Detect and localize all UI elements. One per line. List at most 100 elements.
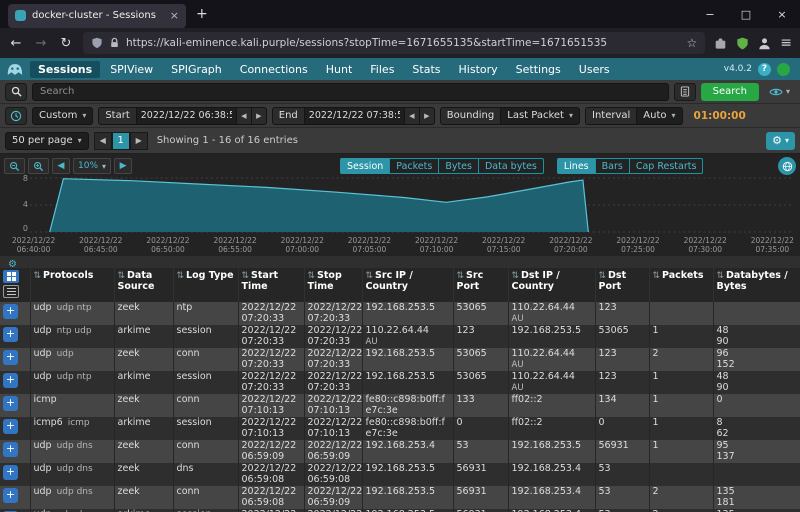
packets-value[interactable]: 1 [653,440,659,451]
column-header[interactable]: ⇅ Src Port [453,268,509,302]
sort-icon[interactable]: ⇅ [366,271,374,281]
src-port-value[interactable]: 53065 [457,302,487,313]
src-ip-value[interactable]: fe80::c898:b0ff:fe7c:3e [366,394,445,416]
column-header[interactable]: ⇅ Packets [649,268,714,302]
databytes-value[interactable]: 0 [717,394,797,406]
dst-port-value[interactable]: 53 [599,486,611,497]
src-port-value[interactable]: 53065 [457,371,487,382]
metric-bytes-button[interactable]: Bytes [438,158,479,174]
url-bar[interactable]: https://kali-eminence.kali.purple/sessio… [83,32,706,54]
ublock-shield-icon[interactable] [736,37,749,50]
data-source-value[interactable]: zeek [118,302,140,313]
src-port-value[interactable]: 53 [457,440,469,451]
dst-ip-value[interactable]: 110.22.64.44 [512,371,575,382]
dst-country-value[interactable]: AU [512,383,592,394]
table-settings-dropdown[interactable]: ⚙ ▾ [766,131,795,150]
next-page-button[interactable]: ▶ [129,131,148,150]
expand-row-button[interactable]: + [3,396,18,411]
src-port-value[interactable]: 0 [457,417,463,428]
views-dropdown-button[interactable]: ▾ [764,83,795,101]
dst-country-value[interactable]: AU [512,314,592,325]
column-header[interactable]: ⇅ Src IP / Country [362,268,454,302]
protocol-tags[interactable]: udp ntp [57,372,92,382]
time-settings-button[interactable] [5,106,27,125]
src-port-value[interactable]: 53065 [457,348,487,359]
log-type-value[interactable]: conn [177,348,200,359]
dst-ip-value[interactable]: ff02::2 [512,417,543,428]
dst-ip-value[interactable]: 110.22.64.44 [512,348,575,359]
nav-item[interactable]: Sessions [30,60,101,78]
help-icon[interactable]: ? [758,62,771,76]
sort-icon[interactable]: ⇅ [308,271,316,281]
src-country-value[interactable]: AU [366,337,450,348]
src-port-value[interactable]: 133 [457,394,475,405]
sort-icon[interactable]: ⇅ [717,271,725,281]
close-button[interactable]: × [764,0,800,28]
dst-ip-value[interactable]: 192.168.253.4 [512,463,582,474]
account-icon[interactable] [758,37,771,50]
protocol-value[interactable]: icmp6 [34,417,63,428]
search-button[interactable]: Search [700,82,759,101]
data-source-value[interactable]: zeek [118,440,140,451]
nav-item[interactable]: Files [362,61,402,78]
src-ip-value[interactable]: fe80::c898:b0ff:fe7c:3e [366,417,445,439]
expand-row-button[interactable]: + [3,327,18,342]
maximize-button[interactable]: □ [728,0,764,28]
column-header[interactable]: ⇅ Dst IP / Country [508,268,596,302]
zoom-in-button[interactable] [28,158,49,174]
dst-port-value[interactable]: 56931 [599,440,629,451]
nav-item[interactable]: SPIView [102,61,161,78]
protocol-tags[interactable]: udp [57,349,74,359]
log-type-value[interactable]: session [177,371,212,382]
dst-port-value[interactable]: 123 [599,302,617,313]
log-type-value[interactable]: conn [177,394,200,405]
search-input[interactable] [32,82,669,101]
expand-row-button[interactable]: + [3,373,18,388]
src-ip-value[interactable]: 192.168.253.5 [366,302,436,313]
tracking-shield-icon[interactable] [91,37,103,49]
packets-value[interactable]: 1 [653,371,659,382]
column-config-button[interactable] [3,285,19,298]
protocol-value[interactable]: udp [34,463,52,474]
graph-zoom-select[interactable]: 10% ▾ [73,158,112,174]
databytes-value[interactable]: 96 [717,348,797,360]
dst-port-value[interactable]: 123 [599,348,617,359]
protocol-value[interactable]: icmp [34,394,57,405]
databytes-value[interactable]: 95 [717,440,797,452]
expand-row-button[interactable]: + [3,419,18,434]
log-type-value[interactable]: dns [177,463,194,474]
dst-ip-value[interactable]: 192.168.253.4 [512,486,582,497]
bytes-value[interactable]: 181 [717,497,797,509]
tab-close-icon[interactable]: × [170,9,179,22]
dst-ip-value[interactable]: 110.22.64.44 [512,302,575,313]
data-source-value[interactable]: zeek [118,486,140,497]
sort-icon[interactable]: ⇅ [599,271,607,281]
dst-port-value[interactable]: 0 [599,417,605,428]
sort-icon[interactable]: ⇅ [118,271,126,281]
bytes-value[interactable]: 152 [717,359,797,371]
src-port-value[interactable]: 56931 [457,486,487,497]
protocol-tags[interactable]: udp dns [57,464,93,474]
src-ip-value[interactable]: 110.22.64.44 [366,325,429,336]
databytes-value[interactable]: 48 [717,371,797,383]
log-type-value[interactable]: session [177,325,212,336]
databytes-value[interactable]: 8 [717,417,797,429]
log-type-value[interactable]: conn [177,440,200,451]
column-header[interactable]: ⇅ Data Source [114,268,174,302]
protocol-tags[interactable]: ntp udp [57,326,92,336]
timeline-chart[interactable]: 8 4 0 [23,174,794,234]
data-source-value[interactable]: zeek [118,394,140,405]
sort-icon[interactable]: ⇅ [512,271,520,281]
url-text[interactable]: https://kali-eminence.kali.purple/sessio… [126,37,681,49]
data-source-value[interactable]: arkime [118,417,151,428]
browser-tab[interactable]: docker-cluster - Sessions × [8,3,186,28]
style-bars-button[interactable]: Bars [594,158,630,174]
protocol-value[interactable]: udp [34,440,52,451]
sort-icon[interactable]: ⇅ [457,271,465,281]
packets-value[interactable]: 1 [653,325,659,336]
menu-icon[interactable]: ≡ [780,35,792,51]
sort-icon[interactable]: ⇅ [34,271,42,281]
extensions-puzzle-icon[interactable] [714,37,727,50]
databytes-value[interactable]: 48 [717,325,797,337]
bytes-value[interactable]: 62 [717,428,797,440]
